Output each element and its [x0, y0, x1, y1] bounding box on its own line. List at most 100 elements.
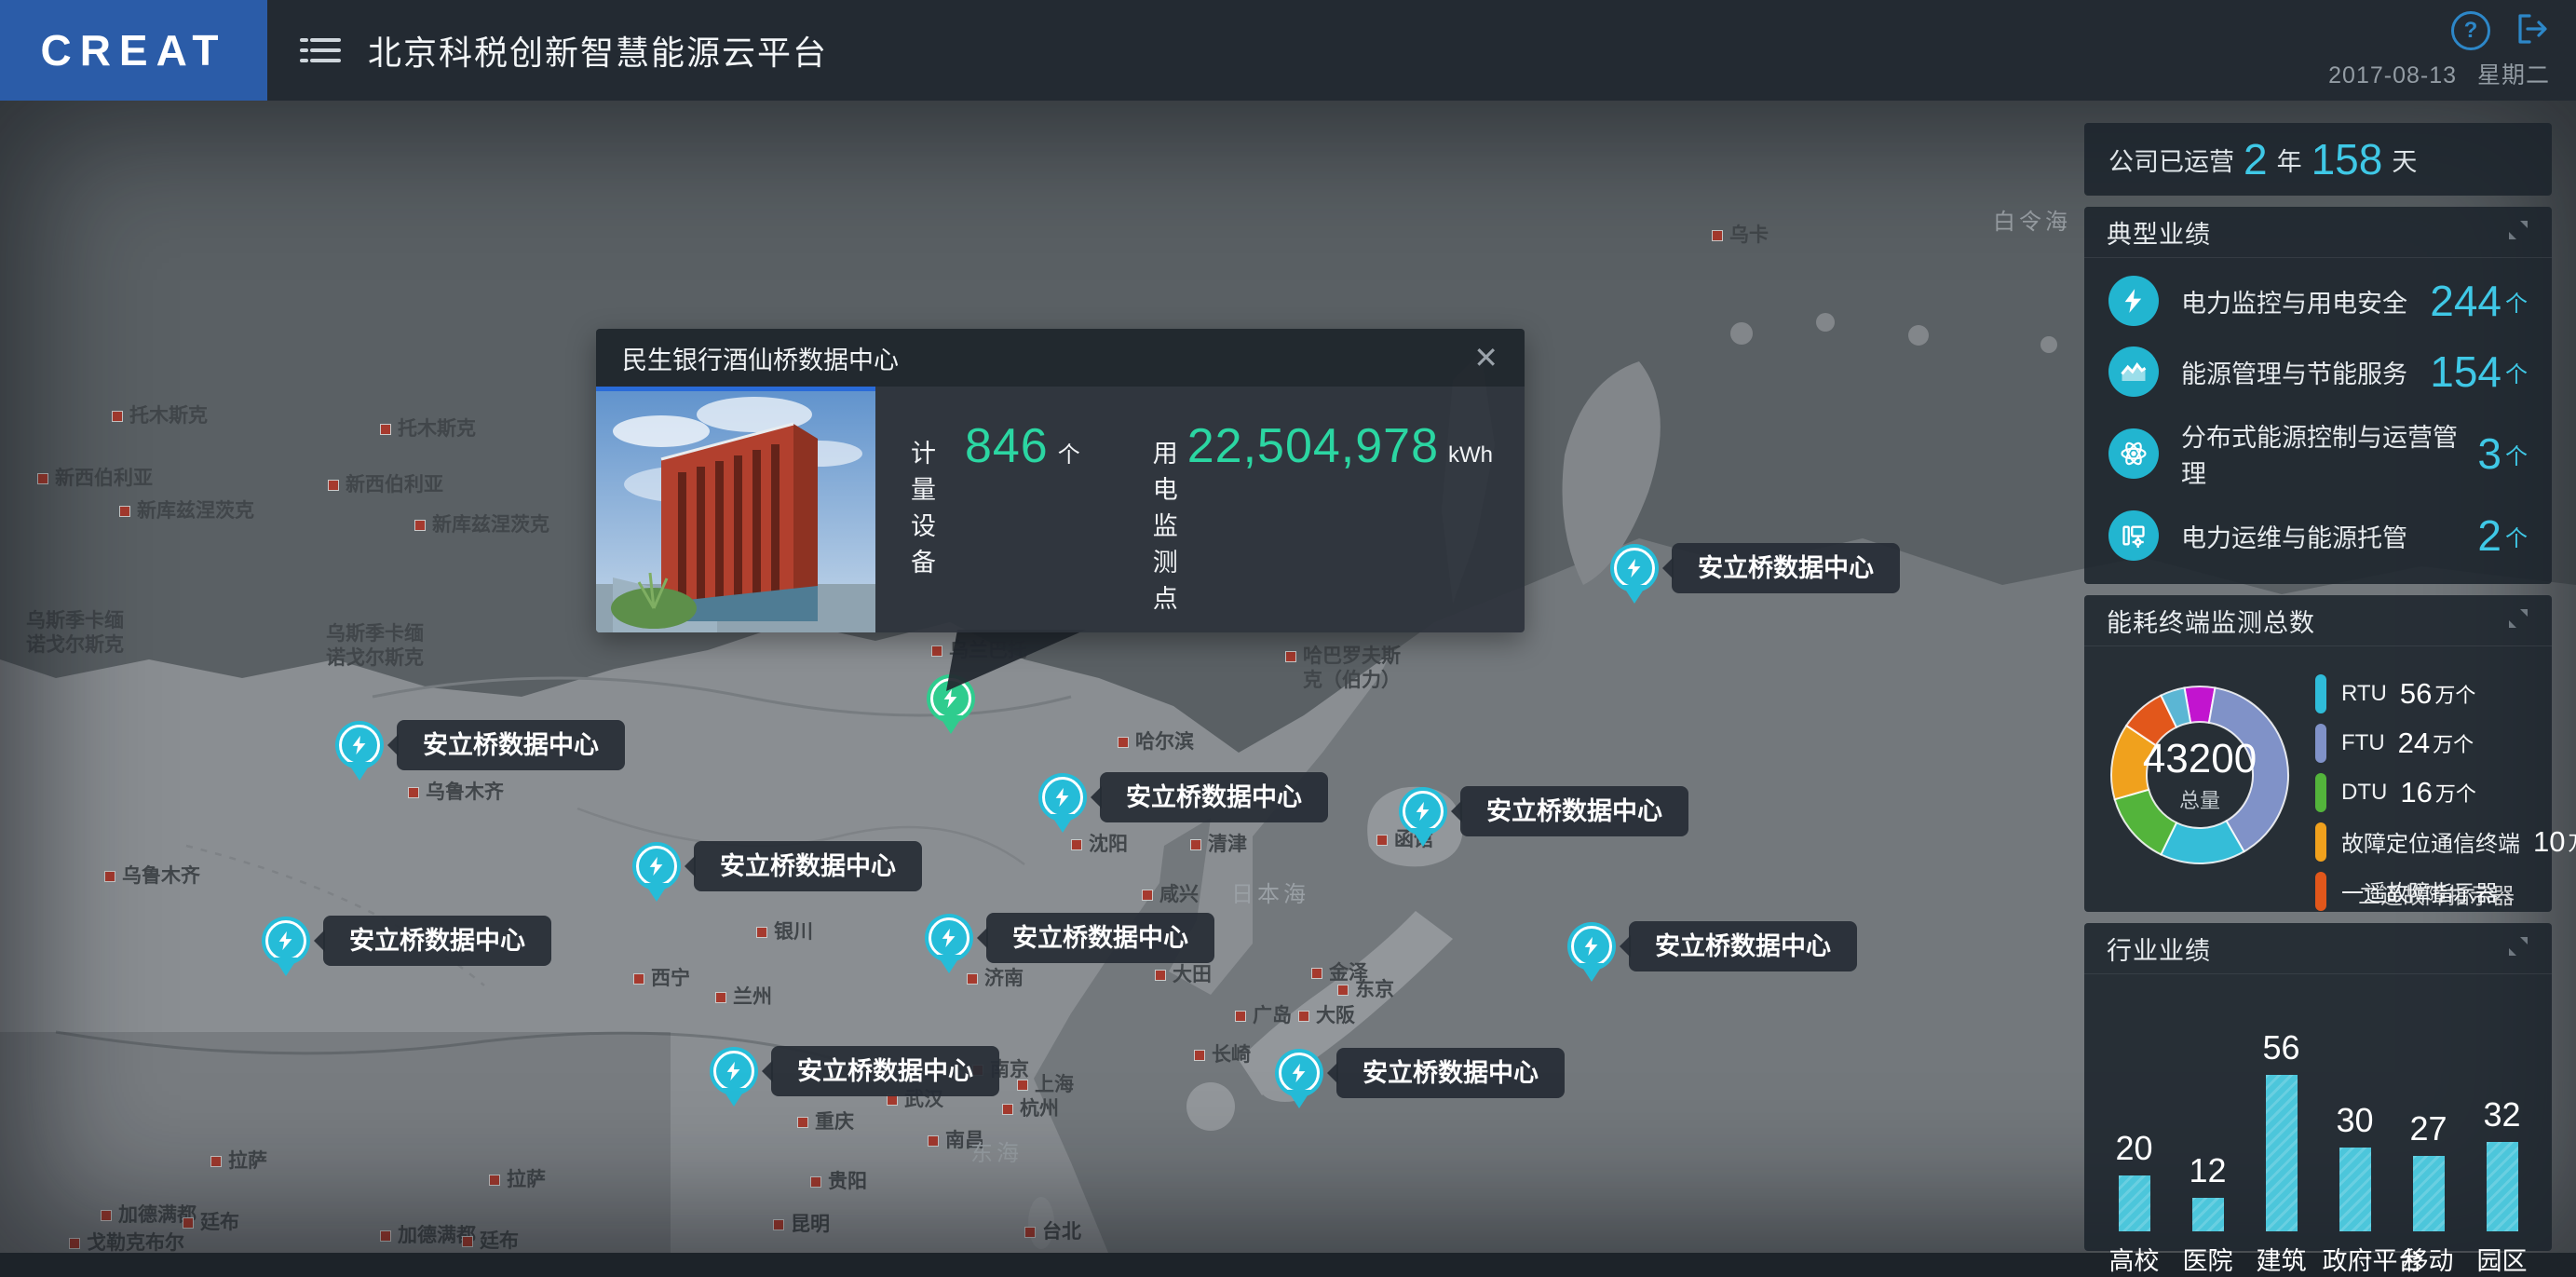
expand-icon[interactable]	[2507, 935, 2529, 962]
city-label: 沈阳	[1071, 833, 1128, 857]
lightning-bolt-icon	[1571, 926, 1612, 967]
marker-label[interactable]: 安立桥数据中心	[397, 720, 625, 770]
legend-label-overlay: 二遥故障指示器	[2358, 877, 2515, 910]
industry-bar-chart: 201256302732	[2084, 997, 2552, 1231]
menu-icon[interactable]	[299, 34, 342, 67]
bar[interactable]	[2119, 1175, 2150, 1231]
popup-title: 民生银行酒仙桥数据中心	[622, 340, 899, 376]
city-dot-icon	[1337, 985, 1349, 996]
legend-value: 16	[2400, 776, 2432, 809]
marker-label[interactable]: 安立桥数据中心	[1629, 921, 1857, 971]
city-dot-icon	[797, 1117, 808, 1128]
city-label: 乌斯季卡缅 诺戈尔斯克	[26, 609, 124, 658]
legend-item: 一遥故障指示器二遥故障指示器	[2315, 866, 2576, 916]
city-dot-icon	[1071, 839, 1082, 850]
lightning-bolt-icon	[1614, 548, 1655, 589]
city-label: 拉萨	[210, 1149, 267, 1174]
legend-color-pill	[2315, 674, 2326, 713]
operation-days: 158	[2312, 134, 2383, 184]
legend-unit: 万个	[2433, 728, 2474, 758]
bar-value-label: 27	[2409, 1109, 2447, 1148]
city-label: 济南	[967, 967, 1024, 991]
legend-item: 故障定位通信终端10万个	[2315, 817, 2576, 866]
city-label: 廷布	[462, 1229, 519, 1253]
city-dot-icon	[931, 645, 942, 657]
marker-label[interactable]: 安立桥数据中心	[694, 841, 922, 891]
industry-bar-categories: 高校医院建筑政府平台移动园区	[2084, 1241, 2552, 1277]
datacenter-popup: 民生银行酒仙桥数据中心 ✕	[596, 329, 1525, 632]
city-dot-icon	[967, 973, 978, 985]
bar[interactable]	[2487, 1142, 2518, 1231]
bar-category-label: 政府平台	[2323, 1241, 2388, 1277]
lightning-bolt-icon	[265, 920, 306, 961]
city-dot-icon	[210, 1156, 222, 1167]
city-label: 兰州	[715, 985, 772, 1010]
city-label: 戈勒克布尔	[69, 1231, 184, 1253]
city-dot-icon	[119, 506, 130, 517]
logout-icon[interactable]	[2515, 11, 2550, 51]
bar[interactable]	[2266, 1075, 2298, 1231]
city-label: 昆明	[773, 1213, 830, 1237]
city-label: 贵阳	[810, 1170, 867, 1194]
city-dot-icon	[1155, 970, 1166, 981]
expand-icon[interactable]	[2507, 219, 2529, 246]
bar-column: 12	[2176, 1151, 2241, 1231]
legend-label: DTU	[2341, 780, 2387, 806]
city-label: 托木斯克	[380, 417, 476, 442]
industry-panel: 行业业绩 201256302732 高校医院建筑政府平台移动园区	[2084, 923, 2552, 1251]
legend-color-pill	[2315, 724, 2326, 763]
service-item-power-ops[interactable]: 电力运维与能源托管 2 个	[2084, 500, 2552, 571]
bar[interactable]	[2192, 1198, 2224, 1231]
service-item-distributed-energy[interactable]: 分布式能源控制与运营管理 3 个	[2084, 407, 2552, 500]
city-label: 乌斯季卡缅 诺戈尔斯克	[326, 622, 424, 671]
city-label: 台北	[1024, 1220, 1081, 1244]
city-dot-icon	[1024, 1227, 1036, 1238]
top-header: CREAT 北京科税创新智慧能源云平台 ? 2017-08-13 星期二	[0, 0, 2576, 101]
marker-label[interactable]: 安立桥数据中心	[1336, 1048, 1565, 1098]
bar[interactable]	[2339, 1148, 2371, 1231]
bar-category-label: 园区	[2470, 1241, 2535, 1277]
marker-label[interactable]: 安立桥数据中心	[986, 913, 1214, 963]
bar-column: 32	[2470, 1095, 2535, 1231]
terminal-panel-title: 能耗终端监测总数	[2107, 603, 2315, 639]
donut-legend: RTU56万个FTU24万个DTU16万个故障定位通信终端10万个一遥故障指示器…	[2315, 669, 2576, 916]
bar-column: 56	[2249, 1028, 2314, 1231]
city-label: 乌卡	[1712, 224, 1769, 248]
donut-total-label: 总量	[2179, 784, 2220, 814]
marker-label[interactable]: 安立桥数据中心	[1672, 543, 1900, 593]
lightning-bolt-icon	[636, 846, 677, 887]
lightning-icon	[2108, 276, 2159, 326]
city-dot-icon	[773, 1219, 784, 1230]
city-dot-icon	[408, 787, 419, 798]
marker-label[interactable]: 安立桥数据中心	[771, 1046, 999, 1096]
lightning-bolt-icon	[1042, 777, 1083, 818]
city-dot-icon	[328, 480, 339, 491]
city-dot-icon	[1194, 1050, 1205, 1061]
city-dot-icon	[380, 1230, 391, 1242]
help-icon[interactable]: ?	[2451, 11, 2490, 50]
city-dot-icon	[37, 473, 48, 484]
date-display: 2017-08-13 星期二	[2315, 57, 2550, 90]
city-label: 西宁	[633, 967, 690, 991]
city-label: 廷布	[183, 1211, 239, 1235]
city-label: 托木斯克	[112, 404, 208, 428]
service-item-energy-management[interactable]: 能源管理与节能服务 154 个	[2084, 336, 2552, 407]
popup-titlebar: 民生银行酒仙桥数据中心 ✕	[596, 329, 1525, 387]
bar-value-label: 56	[2262, 1028, 2299, 1067]
city-dot-icon	[633, 973, 644, 985]
city-dot-icon	[1376, 835, 1388, 846]
expand-icon[interactable]	[2507, 607, 2529, 634]
marker-label[interactable]: 安立桥数据中心	[1460, 786, 1688, 836]
marker-label[interactable]: 安立桥数据中心	[323, 916, 551, 966]
bar-column: 27	[2396, 1109, 2461, 1231]
close-icon[interactable]: ✕	[1473, 343, 1498, 373]
service-item-power-monitoring[interactable]: 电力监控与用电安全 244 个	[2084, 265, 2552, 336]
city-dot-icon	[1285, 651, 1296, 662]
bar[interactable]	[2413, 1156, 2445, 1231]
marker-label[interactable]: 安立桥数据中心	[1100, 772, 1328, 822]
operation-years: 2	[2244, 134, 2268, 184]
donut-total: 43200	[2143, 736, 2257, 782]
legend-value: 56	[2400, 677, 2432, 711]
lightning-bolt-icon	[1403, 791, 1444, 832]
ops-gear-icon	[2108, 510, 2159, 561]
